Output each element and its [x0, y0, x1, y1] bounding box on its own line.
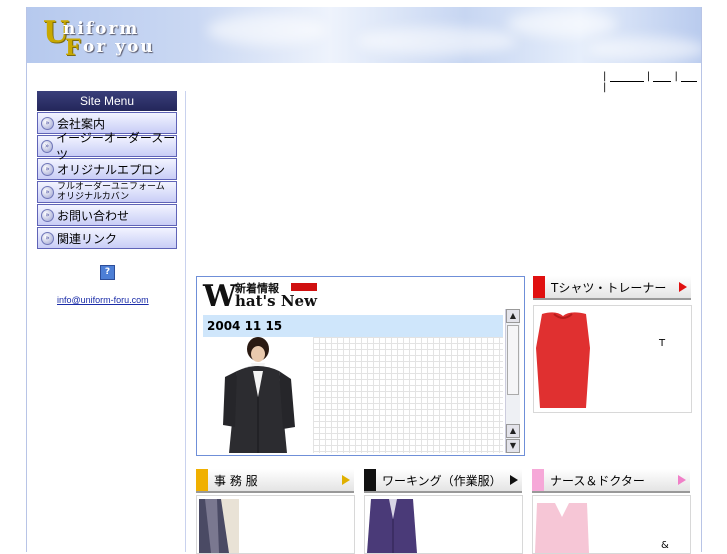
menu-item-label: 関連リンク — [57, 231, 118, 246]
triangle-arrow-icon — [510, 475, 518, 485]
whats-new-initial: W — [203, 279, 237, 314]
nurse-note: & — [661, 540, 669, 551]
arrow-bullet-icon: » — [41, 116, 54, 130]
news-scrollbar[interactable]: ▲ ▲ ▼ — [505, 309, 520, 453]
top-nav: | | | | — [603, 71, 701, 93]
menu-item-full-order-uniform[interactable]: » フルオーダーユニフォーム オリジナルカバン — [37, 181, 177, 203]
site-menu: Site Menu » 会社案内 » イージーオーダースーツ » オリジナルエプ… — [37, 91, 177, 249]
category-working-label: ワーキング（作業服） — [382, 473, 502, 488]
category-working-header[interactable]: ワーキング（作業服） — [364, 469, 522, 493]
arrow-bullet-icon: » — [41, 139, 54, 153]
category-office-header[interactable]: 事 務 服 — [196, 469, 354, 493]
news-content-area — [313, 337, 503, 453]
top-nav-sep: | — [603, 82, 607, 93]
top-nav-link-1[interactable] — [609, 72, 644, 82]
category-mark — [196, 469, 208, 491]
category-mark — [533, 276, 545, 298]
scroll-down-button-upper[interactable]: ▲ — [506, 424, 520, 438]
menu-item-label: フルオーダーユニフォーム オリジナルカバン — [57, 182, 165, 202]
menu-item-label-line1: フルオーダーユニフォーム — [57, 182, 165, 192]
menu-item-easy-order-suits[interactable]: » イージーオーダースーツ — [37, 131, 177, 162]
top-nav-link-3[interactable] — [681, 72, 698, 82]
arrow-bullet-icon: » — [41, 185, 54, 199]
arrow-bullet-icon: » — [41, 208, 54, 222]
category-tshirt-header[interactable]: Tシャツ・トレーナー — [533, 276, 691, 300]
whats-new-en-title: hat's New — [235, 292, 317, 310]
site-logo[interactable]: U niform F or you — [43, 15, 193, 61]
category-nurse-header[interactable]: ナース＆ドクター — [532, 469, 690, 493]
menu-item-label: イージーオーダースーツ — [56, 131, 176, 162]
scroll-thumb[interactable] — [507, 325, 519, 395]
menu-item-links[interactable]: » 関連リンク — [37, 227, 177, 249]
menu-item-label: オリジナルエプロン — [57, 162, 166, 177]
category-tshirt-content: T — [533, 305, 692, 413]
heading-red-bar — [291, 283, 317, 291]
top-nav-link-2[interactable] — [653, 72, 672, 82]
triangle-arrow-icon — [678, 475, 686, 485]
triangle-arrow-icon — [679, 282, 687, 292]
header-banner: U niform F or you — [27, 7, 701, 63]
menu-item-label: お問い合わせ — [57, 208, 130, 223]
logo-cap-f: F — [65, 35, 81, 61]
top-nav-sep: | — [674, 71, 678, 82]
scroll-up-button[interactable]: ▲ — [506, 309, 520, 323]
arrow-bullet-icon: » — [41, 162, 54, 176]
site-menu-title: Site Menu — [37, 91, 177, 111]
scroll-down-button[interactable]: ▼ — [506, 439, 520, 453]
category-office-label: 事 務 服 — [214, 473, 258, 488]
page-frame: U niform F or you | | | | Site Menu » 会社… — [26, 7, 702, 554]
column-divider — [185, 91, 186, 552]
suit-model-image — [223, 337, 295, 453]
category-office-content — [196, 495, 355, 554]
category-mark — [364, 469, 376, 491]
category-nurse-content: & — [532, 495, 691, 554]
email-link[interactable]: info@uniform-foru.com — [57, 295, 149, 305]
arrow-bullet-icon: » — [41, 231, 54, 245]
whats-new-panel: W 新着情報 hat's New 2004 11 15 ▲ ▲ ▼ — [196, 276, 525, 456]
news-date: 2004 11 15 — [203, 315, 503, 337]
tshirt-note: T — [659, 338, 666, 349]
category-nurse-label: ナース＆ドクター — [550, 473, 645, 488]
red-tshirt-image[interactable] — [536, 308, 590, 408]
category-mark — [532, 469, 544, 491]
menu-item-label-line2: オリジナルカバン — [57, 192, 130, 202]
menu-item-original-apron[interactable]: » オリジナルエプロン — [37, 158, 177, 180]
menu-item-contact[interactable]: » お問い合わせ — [37, 204, 177, 226]
category-tshirt-label: Tシャツ・トレーナー — [551, 280, 667, 295]
triangle-arrow-icon — [342, 475, 350, 485]
help-icon[interactable]: ? — [100, 265, 115, 280]
top-nav-sep: | — [603, 71, 607, 82]
logo-word-or-you: or you — [83, 37, 155, 57]
top-nav-sep: | — [646, 71, 651, 82]
category-working-content — [364, 495, 523, 554]
